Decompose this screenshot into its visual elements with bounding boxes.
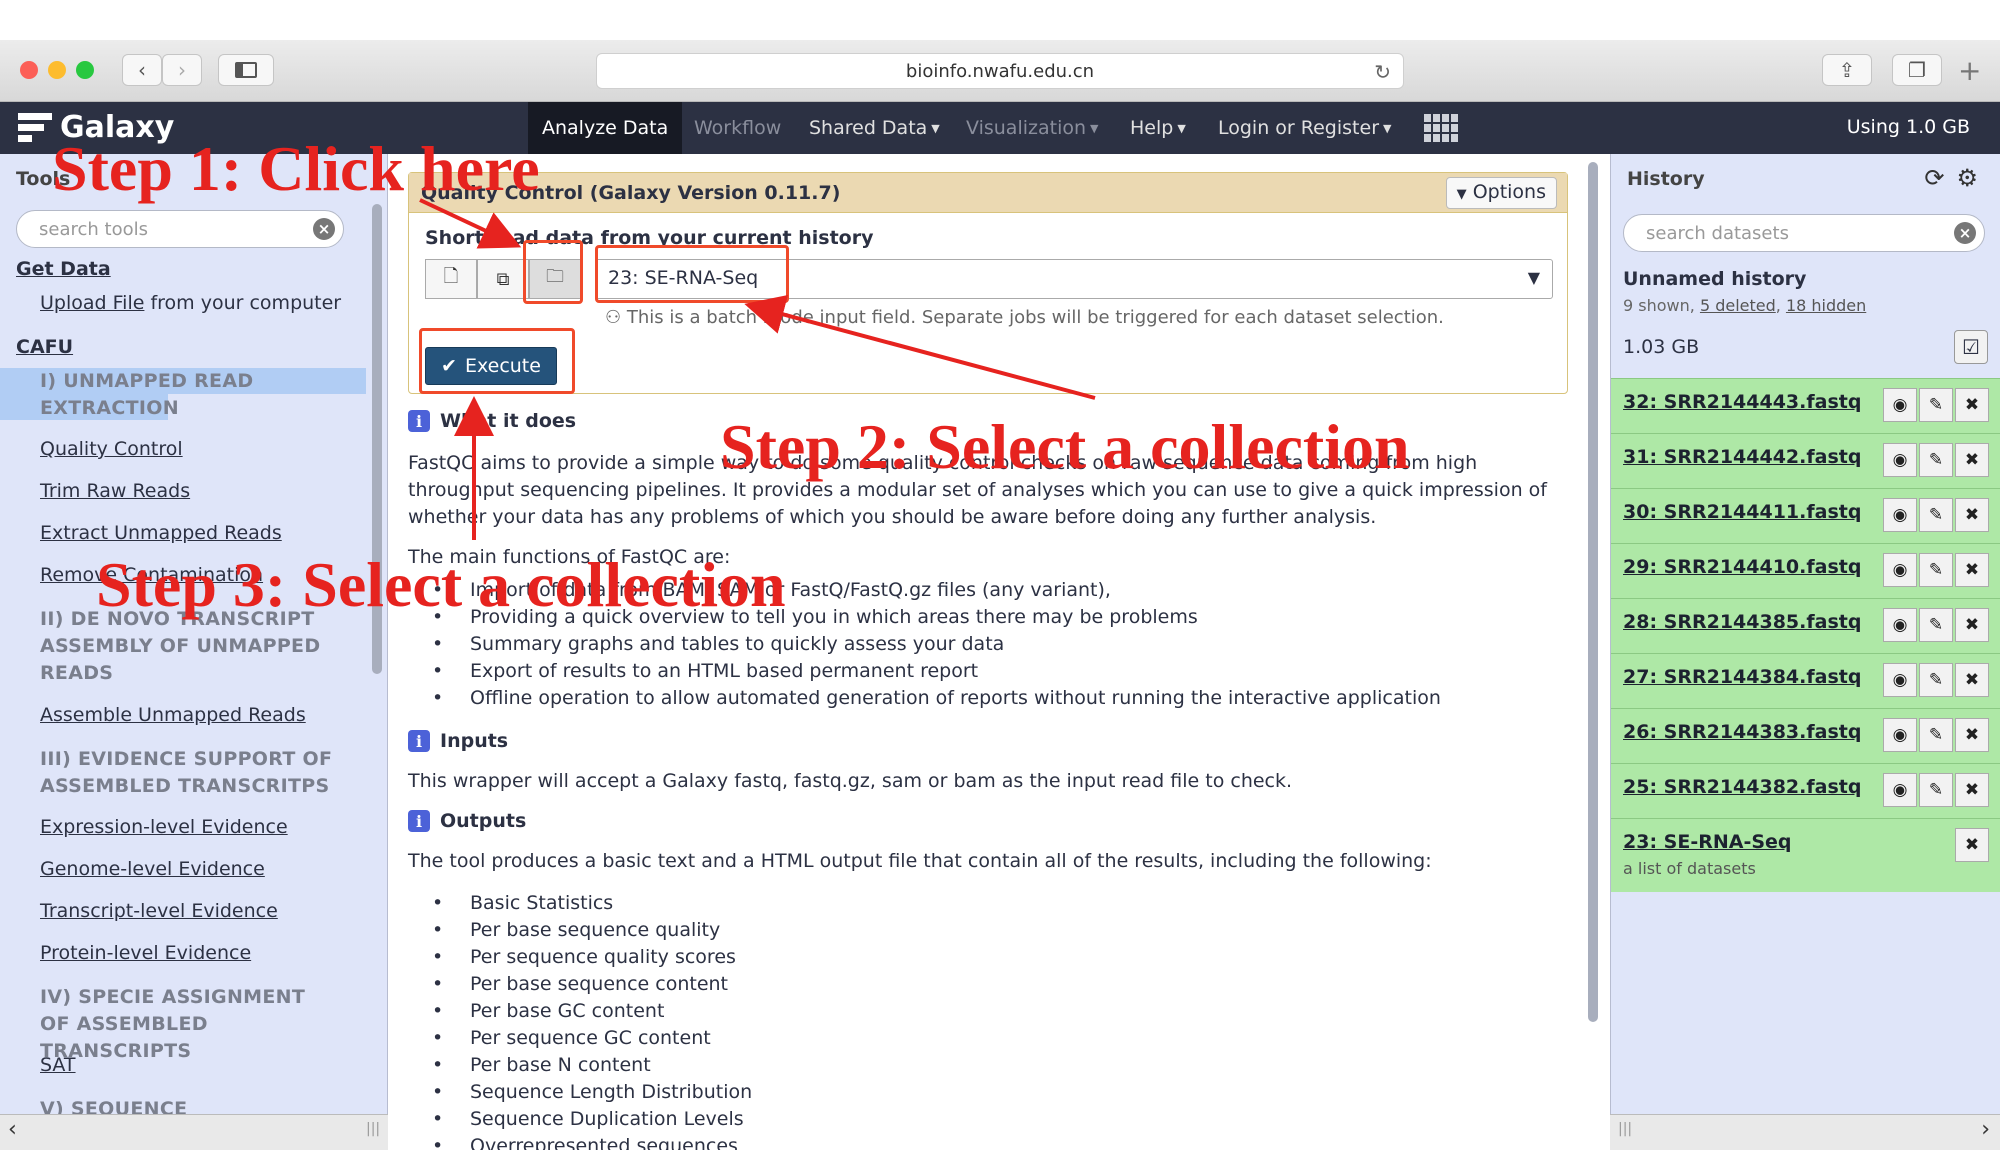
arrow-step1 — [419, 198, 522, 249]
arrow-step2 — [744, 294, 1096, 400]
annotation-step3: Step 3: Select a collection — [96, 549, 786, 620]
annotation-step2: Step 2: Select a collection — [720, 411, 1410, 482]
annotation-step1: Step 1: Click here — [52, 133, 540, 204]
